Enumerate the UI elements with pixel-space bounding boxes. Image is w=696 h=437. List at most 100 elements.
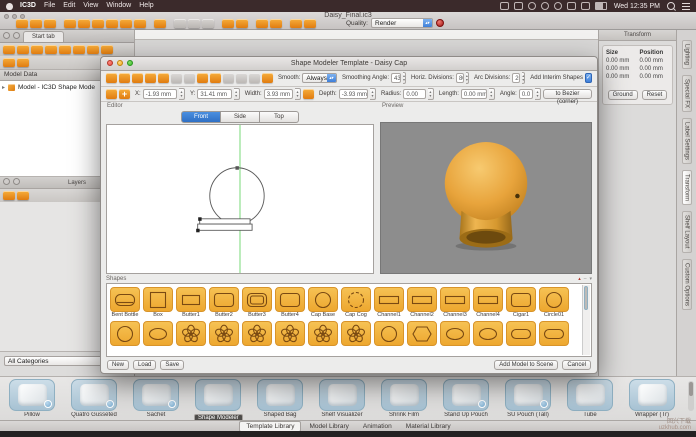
add-model-icon[interactable] [3, 58, 15, 67]
shape-tile[interactable] [275, 321, 305, 346]
width-field-stepper[interactable]: ▴▾ [295, 88, 301, 100]
pointer-icon[interactable] [64, 19, 76, 28]
view-tab-top[interactable]: Top [260, 111, 299, 123]
crop-icon[interactable] [120, 19, 132, 28]
length-field[interactable]: 0.00 mm [461, 89, 487, 99]
spotlight-search-icon[interactable] [667, 2, 675, 10]
tab-animation[interactable]: Animation [357, 422, 398, 431]
length-field-stepper[interactable]: ▴▾ [489, 88, 495, 100]
smoothing-angle-field-stepper[interactable]: ▴▾ [403, 72, 406, 84]
shapes-scrollbar[interactable] [582, 285, 590, 355]
depth-field[interactable]: -3.93 mm [339, 89, 368, 99]
point-icon[interactable] [210, 73, 221, 83]
duplicate-icon[interactable] [17, 58, 29, 67]
shape-tile-channel2[interactable] [407, 287, 437, 312]
box-select-icon[interactable] [154, 19, 166, 28]
category-filter-select[interactable]: All Categories▴▾ [4, 356, 110, 366]
notification-center-icon[interactable] [682, 3, 690, 10]
snapshot-icon[interactable] [45, 45, 57, 54]
side-tab-label-settings[interactable]: Label Settings [682, 118, 692, 164]
paint-icon[interactable] [92, 19, 104, 28]
zoom-icon[interactable] [78, 19, 90, 28]
shape-tile[interactable] [506, 321, 536, 346]
y-field-stepper[interactable]: ▴▾ [234, 88, 240, 100]
panel-dot-icon[interactable] [13, 178, 20, 185]
profile-editor-canvas[interactable] [106, 124, 374, 274]
nav-back-icon[interactable] [290, 19, 302, 28]
clock-icon[interactable] [541, 2, 549, 10]
volume-icon[interactable] [581, 2, 590, 10]
preview-3d-viewport[interactable] [380, 122, 592, 274]
marquee-icon[interactable] [158, 73, 169, 83]
settings-icon[interactable] [73, 45, 85, 54]
shape-tile-butter3[interactable] [242, 287, 272, 312]
reset-button[interactable]: Reset [642, 90, 668, 100]
side-tab-transform[interactable]: Transform [682, 170, 692, 205]
pen-tool-icon[interactable] [249, 73, 260, 83]
radius-field[interactable]: 0.00 [403, 89, 426, 99]
interim-shapes-checkbox[interactable]: ✓ [585, 73, 592, 83]
width-field[interactable]: 3.93 mm [264, 89, 293, 99]
side-tab-custom-options[interactable]: Custom Options [682, 259, 692, 310]
camera-icon[interactable] [31, 45, 43, 54]
smoothing-angle-field[interactable]: 43.3 [391, 73, 401, 83]
side-tab-special-fx[interactable]: Special FX [682, 75, 692, 112]
template-thumbnail[interactable] [9, 379, 55, 411]
dialog-close-icon[interactable] [107, 60, 113, 66]
template-thumbnail[interactable] [195, 379, 241, 411]
pan-hand-icon[interactable] [236, 19, 248, 28]
template-thumbnail[interactable] [443, 379, 489, 411]
arc-divisions-field-stepper[interactable]: ▴▾ [522, 72, 525, 84]
y-field[interactable]: 31.41 mm [197, 89, 231, 99]
new-button[interactable]: New [107, 360, 129, 370]
display-icon[interactable] [514, 2, 523, 10]
menu-window[interactable]: Window [106, 0, 131, 12]
render-icon[interactable] [59, 45, 71, 54]
shape-tile[interactable] [539, 321, 569, 346]
shape-tile-box[interactable] [143, 287, 173, 312]
save-file-icon[interactable] [44, 19, 56, 28]
new-file-icon[interactable] [16, 19, 28, 28]
shapes-panel-controls[interactable]: ▴–▾ [578, 275, 592, 283]
quality-select[interactable]: Render▴▾ [371, 18, 433, 28]
shape-tile-butter2[interactable] [209, 287, 239, 312]
shape-tile[interactable] [374, 321, 404, 346]
angle-field[interactable]: 0.0 [519, 89, 533, 99]
shape-tile[interactable] [143, 321, 173, 346]
panel-dot-icon[interactable] [3, 178, 10, 185]
tab-model-library[interactable]: Model Library [303, 422, 354, 431]
import-icon[interactable] [3, 45, 15, 54]
horiz-divisions-field[interactable]: 80 [456, 73, 464, 83]
wifi-icon[interactable] [567, 2, 576, 10]
keystroke-icon[interactable] [500, 2, 509, 10]
start-tab[interactable]: Start tab [23, 31, 64, 42]
info-badge-icon[interactable] [44, 400, 52, 408]
shape-tile[interactable] [110, 321, 140, 346]
drop-icon[interactable] [106, 19, 118, 28]
info-badge-icon[interactable] [106, 400, 114, 408]
panel-dot-icon[interactable] [13, 32, 20, 39]
line-tool-icon[interactable] [223, 73, 234, 83]
add-point-icon[interactable] [119, 89, 130, 99]
template-thumbnail[interactable] [319, 379, 365, 411]
shape-tile[interactable] [473, 321, 503, 346]
cancel-button[interactable]: Cancel [562, 360, 591, 370]
template-thumbnail[interactable] [71, 379, 117, 411]
redo-icon[interactable] [184, 73, 195, 83]
battery-icon[interactable] [595, 2, 607, 10]
menu-edit[interactable]: Edit [63, 0, 75, 12]
edit-pen-icon[interactable] [303, 89, 314, 99]
shape-tile-channel4[interactable] [473, 287, 503, 312]
add-layer-icon[interactable] [3, 191, 15, 200]
shape-tile-butter1[interactable] [176, 287, 206, 312]
arc-tool-icon[interactable] [236, 73, 247, 83]
view-tab-front[interactable]: Front [181, 111, 221, 123]
material-icon[interactable] [270, 19, 282, 28]
save-button[interactable]: Save [160, 360, 184, 370]
zoom-in-icon[interactable] [132, 73, 143, 83]
undo-icon[interactable] [171, 73, 182, 83]
template-thumbnail[interactable] [257, 379, 303, 411]
package-icon[interactable] [528, 2, 536, 10]
arc-divisions-field[interactable]: 20 [512, 73, 520, 83]
favorite-icon[interactable] [202, 19, 214, 28]
